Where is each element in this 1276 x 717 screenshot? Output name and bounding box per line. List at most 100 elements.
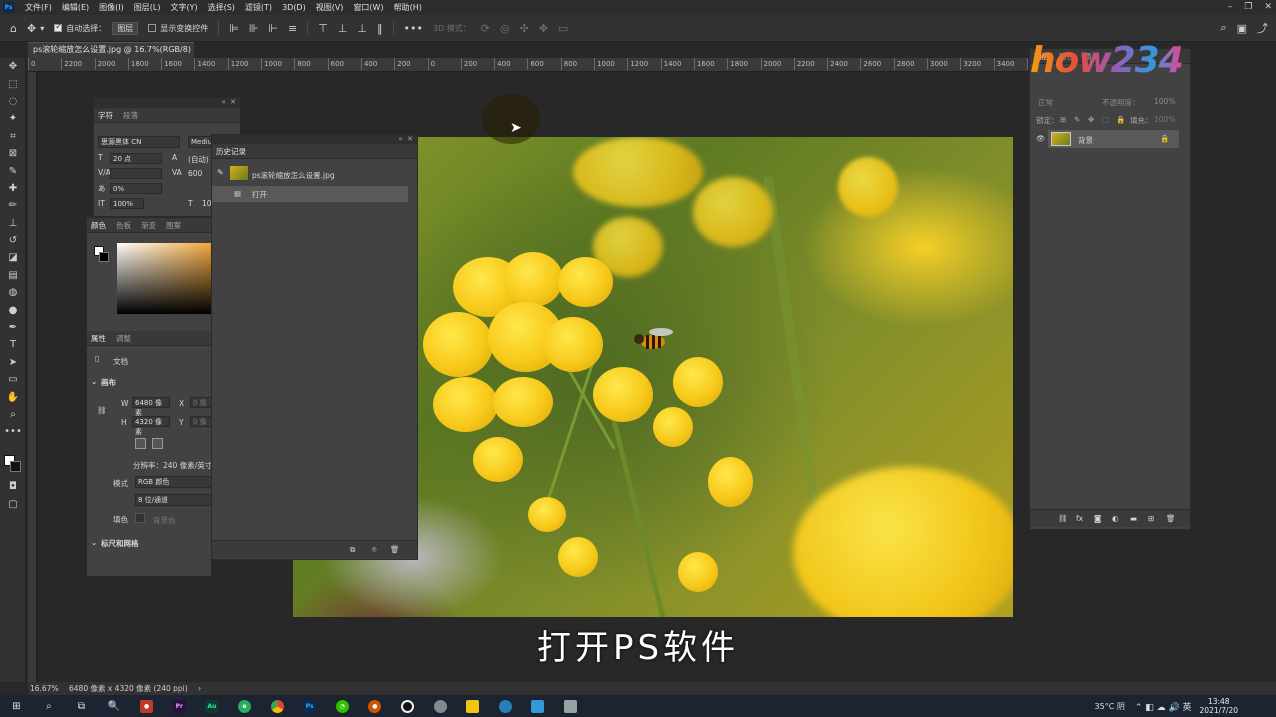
show-transform-checkbox[interactable] [148,24,157,32]
type-tool-icon[interactable]: T [0,336,26,353]
color-picker-field[interactable] [117,243,212,314]
lock-brush-icon[interactable]: ✎ [1074,115,1080,124]
align-bottom-icon[interactable]: ⊥ [357,22,367,35]
clone-stamp-tool-icon[interactable]: ⊥ [0,215,26,232]
dodge-tool-icon[interactable]: ● [0,301,26,318]
quick-mask-icon[interactable]: ◘ [0,478,26,495]
slide-3d-icon[interactable]: ✥ [539,22,548,35]
share-icon[interactable]: ⤴ [1257,20,1268,36]
rectangle-tool-icon[interactable]: ▭ [0,371,26,388]
link-layers-icon[interactable]: ⛓ [1058,514,1068,523]
layer-visibility-eye-icon[interactable]: 👁 [1036,134,1046,143]
width-input[interactable]: 6480 像素 [132,397,170,417]
more-options-icon[interactable]: ••• [404,22,423,35]
tab-history[interactable]: 历史记录 [216,146,246,157]
more-tools-icon[interactable]: ••• [0,423,26,440]
app-orange-icon[interactable]: ● [359,695,392,717]
app-windows-icon[interactable] [522,695,555,717]
magnifier-icon[interactable]: 🔍 [98,695,131,717]
opacity-input[interactable]: 100% [1154,97,1175,106]
magic-wand-tool-icon[interactable]: ✦ [0,110,26,127]
tab-properties[interactable]: 属性 [91,333,106,344]
menu-edit[interactable]: 编辑(E) [57,0,94,15]
home-icon[interactable]: ⌂ [10,22,17,35]
delete-icon[interactable]: 🗑 [390,545,400,554]
lock-pixels-icon[interactable]: ⊞ [1060,115,1066,124]
app-blue-icon[interactable] [489,695,522,717]
frame-tool-icon[interactable]: ⊠ [0,145,26,162]
roll-3d-icon[interactable]: ◎ [500,22,510,35]
align-left-icon[interactable]: ⊫ [229,22,239,35]
move-tool-icon[interactable]: ✥ [27,22,36,35]
hand-tool-icon[interactable]: ✋ [0,388,26,405]
search-icon[interactable]: ⌕ [33,695,66,717]
fill-input[interactable]: 100% [1154,115,1175,124]
weather-widget[interactable]: 35°C 阴 [1095,701,1125,712]
canvas-section-chevron-icon[interactable]: ⌄ [91,377,97,386]
menu-filter[interactable]: 滤镜(T) [240,0,277,15]
menu-layer[interactable]: 图层(L) [129,0,166,15]
auto-select-dropdown[interactable]: 图层 [112,21,139,35]
record-icon[interactable] [391,695,424,717]
file-explorer-icon[interactable] [456,695,489,717]
lock-all-icon[interactable]: 🔒 [1116,115,1125,124]
tab-paragraph[interactable]: 段落 [123,110,138,121]
kerning-input[interactable] [110,168,162,179]
eraser-tool-icon[interactable]: ◪ [0,249,26,266]
clock[interactable]: 13:48 2021/7/20 [1200,697,1238,715]
layer-mask-icon[interactable]: ◙ [1094,514,1101,523]
height-input[interactable]: 4320 像素 [132,416,170,436]
move-tool-icon[interactable]: ✥ [0,58,26,75]
app-notes-icon[interactable] [554,695,587,717]
menu-help[interactable]: 帮助(H) [389,0,427,15]
premiere-icon[interactable]: Pr [163,695,196,717]
chrome-icon[interactable] [261,695,294,717]
leading-value[interactable]: (自动) [188,154,209,165]
app-icon[interactable] [424,695,457,717]
bit-depth-select[interactable]: 8 位/通道 [135,494,213,506]
tracking-value[interactable]: 600 [188,169,202,178]
app-icon[interactable]: ● [130,695,163,717]
menu-type[interactable]: 文字(Y) [165,0,202,15]
screen-mode-icon[interactable]: ▢ [0,496,26,513]
distribute-icon[interactable]: ‖ [377,22,383,35]
layer-style-icon[interactable]: fx [1076,514,1083,523]
crop-tool-icon[interactable]: ⌗ [0,128,26,145]
system-tray-icons[interactable]: ⌃ ◧ ☁ 🔊 英 [1135,700,1192,713]
align-middle-icon[interactable]: ⊥ [338,22,348,35]
tool-preset-chevron-icon[interactable]: ▾ [40,24,44,33]
align-distribute-icon[interactable]: ≡ [288,22,297,35]
layer-row-background[interactable]: 👁 背景 🔒 [1036,130,1179,148]
marquee-tool-icon[interactable]: ⬚ [0,75,26,92]
task-view-icon[interactable]: ⧉ [65,695,98,717]
zoom-level[interactable]: 16.67% [30,684,59,693]
lock-artboard-icon[interactable]: ⬚ [1102,115,1109,124]
menu-view[interactable]: 视图(V) [311,0,349,15]
layer-name[interactable]: 背景 [1078,135,1093,146]
fill-swatch[interactable] [135,513,145,523]
tsume-input[interactable]: 0% [110,183,162,194]
audition-icon[interactable]: Au [196,695,229,717]
workspace-icon[interactable]: ▣ [1237,22,1247,35]
minimize-button[interactable]: – [1228,0,1233,15]
tab-swatches[interactable]: 色板 [116,220,131,231]
menu-select[interactable]: 选择(S) [203,0,240,15]
history-brush-tool-icon[interactable]: ↺ [0,232,26,249]
lasso-tool-icon[interactable]: ◌ [0,93,26,110]
app-green-icon[interactable]: e [228,695,261,717]
portrait-orientation-button[interactable] [135,438,146,449]
background-color-swatch[interactable] [10,461,21,472]
lock-position-icon[interactable]: ✥ [1088,115,1094,124]
maximize-button[interactable]: ❐ [1244,0,1252,15]
zoom-tool-icon[interactable]: ⌕ [0,406,26,423]
healing-brush-tool-icon[interactable]: ✚ [0,180,26,197]
align-top-icon[interactable]: ⊤ [318,22,328,35]
new-group-icon[interactable]: ▬ [1130,514,1137,523]
pen-tool-icon[interactable]: ✒ [0,319,26,336]
history-step-open[interactable]: ▦ 打开 [212,186,408,202]
mode-select[interactable]: RGB 颜色 [135,476,213,488]
status-menu-arrow-icon[interactable]: › [198,684,201,693]
adjustment-layer-icon[interactable]: ◐ [1112,514,1119,523]
background-swatch[interactable] [99,252,109,262]
wechat-icon[interactable]: ◔ [326,695,359,717]
